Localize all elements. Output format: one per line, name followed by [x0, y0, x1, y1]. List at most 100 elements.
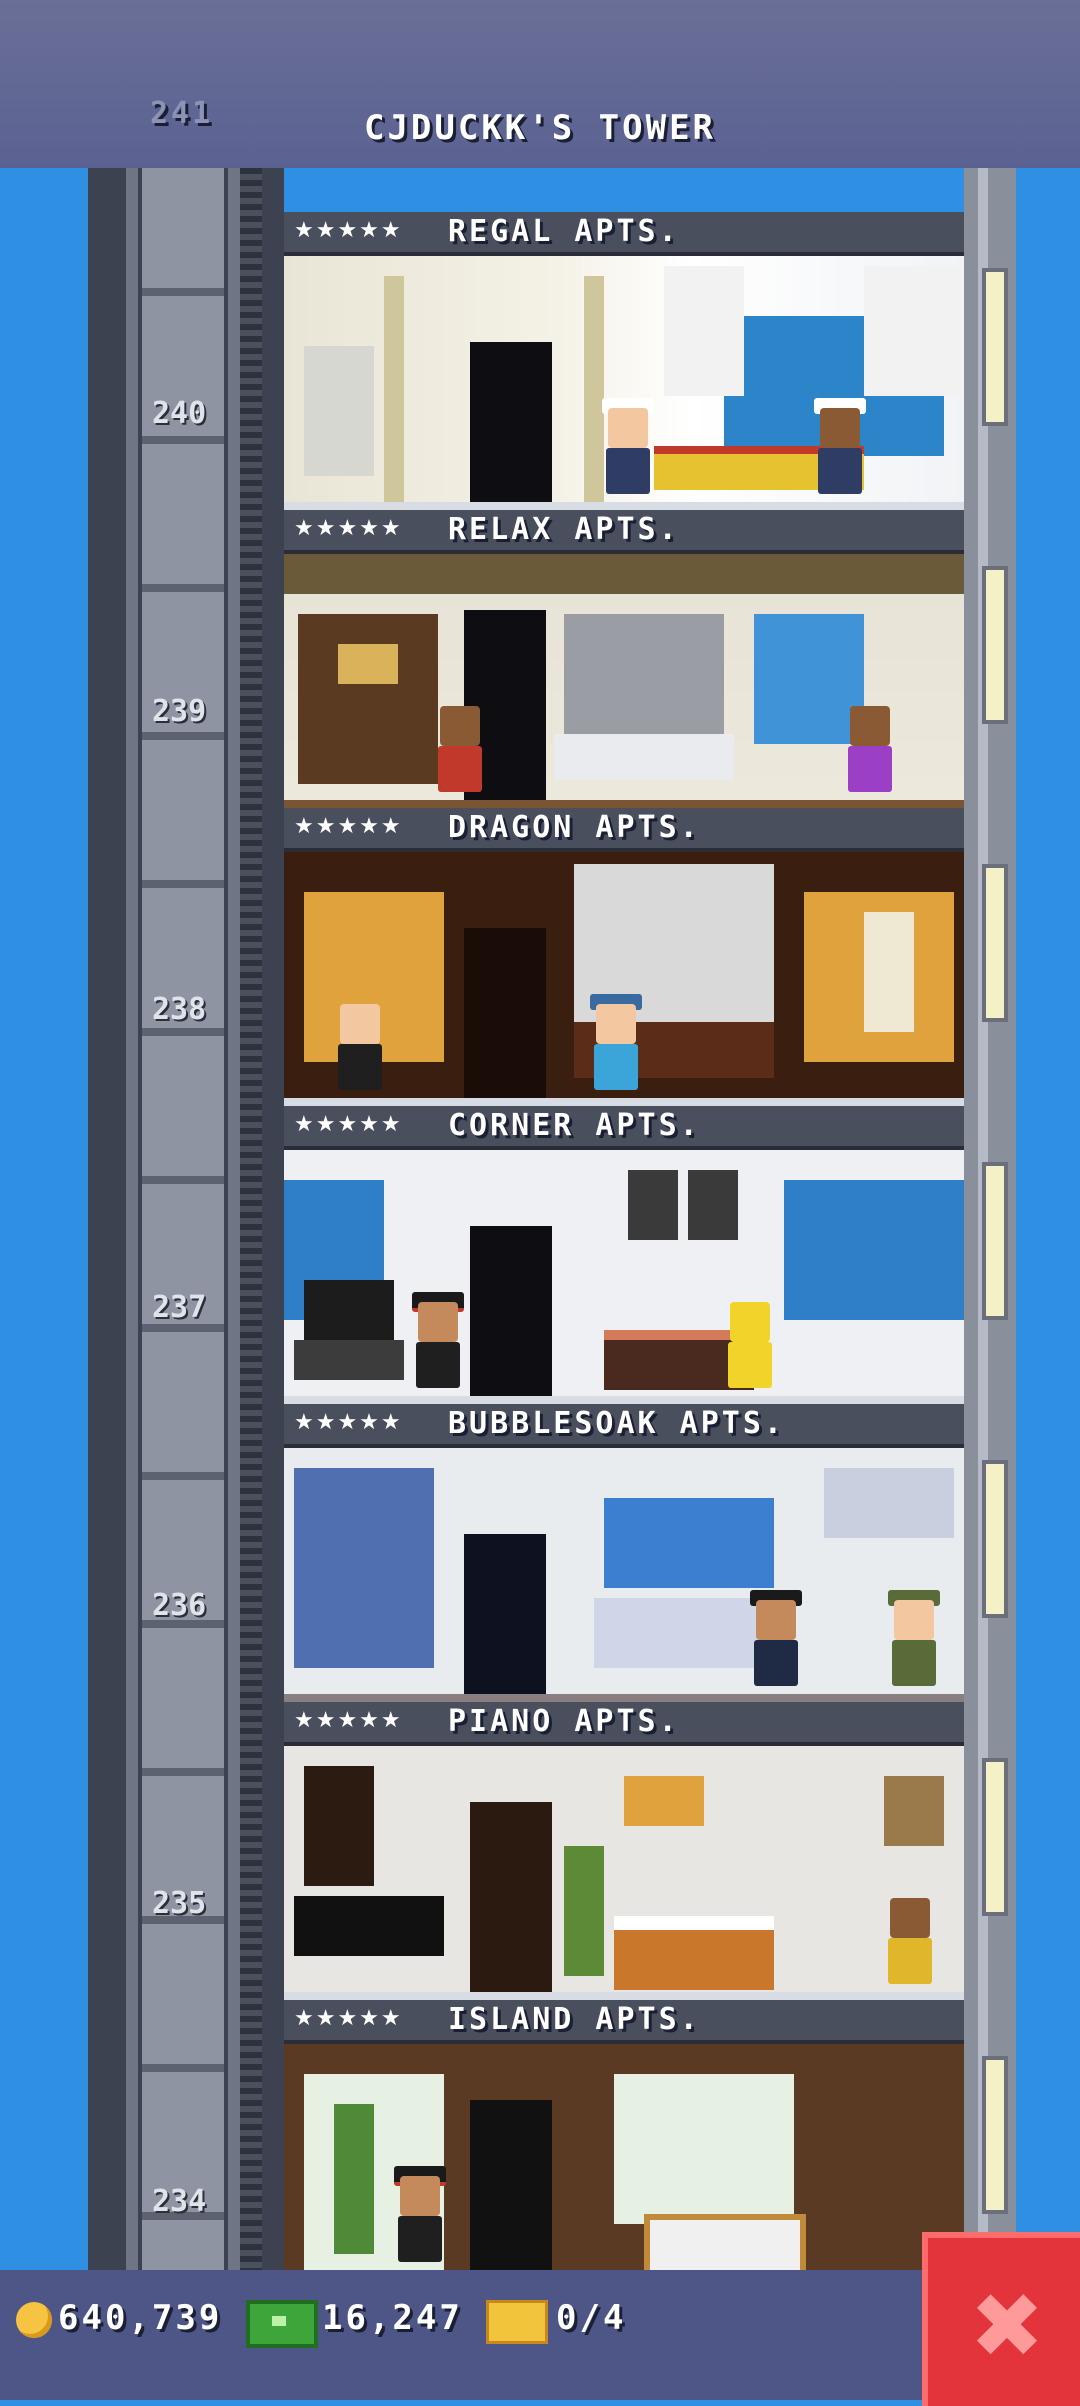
window-light	[982, 1162, 1008, 1320]
resident[interactable]	[844, 696, 896, 792]
resident[interactable]	[602, 398, 654, 494]
resident[interactable]	[334, 994, 386, 1090]
close-icon: ✖	[969, 2274, 1045, 2379]
floor-header: ★★★★★ CORNER APTS.	[284, 1106, 964, 1150]
bed	[554, 734, 734, 780]
window-light	[982, 566, 1008, 724]
resident[interactable]	[590, 994, 642, 1090]
floor-number: 234	[152, 2184, 207, 2219]
resident-in-costume[interactable]	[724, 1292, 776, 1388]
resident[interactable]	[750, 1590, 802, 1686]
floor-stars: ★★★★★	[294, 1112, 403, 1137]
floor-header: ★★★★★ REGAL APTS.	[284, 212, 964, 256]
window	[784, 1180, 964, 1320]
apartment-door[interactable]	[470, 1226, 552, 1396]
curtain	[864, 266, 964, 396]
floor-header: ★★★★★ PIANO APTS.	[284, 1702, 964, 1746]
tower-header: 241 CJDUCKK'S TOWER	[0, 0, 1080, 168]
window	[614, 2074, 794, 2224]
palm-tree	[334, 2104, 374, 2254]
floor-stars: ★★★★★	[294, 516, 403, 541]
floor-number: 237	[152, 1290, 207, 1325]
floor-stars: ★★★★★	[294, 1708, 403, 1733]
window-light	[982, 864, 1008, 1022]
coin-icon	[16, 2302, 52, 2338]
chandelier	[624, 1776, 704, 1826]
floor-bubblesoak-apts[interactable]: ★★★★★ BUBBLESOAK APTS.	[284, 1404, 1008, 1702]
floor-piano-apts[interactable]: ★★★★★ PIANO APTS.	[284, 1702, 1008, 2000]
tickets-count: 0/4	[556, 2298, 627, 2338]
resident[interactable]	[394, 2166, 446, 2262]
floor-number: 236	[152, 1588, 207, 1623]
elevator-rail-right	[228, 0, 240, 2270]
floor-name: ISLAND APTS.	[448, 2002, 701, 2037]
floor-stars: ★★★★★	[294, 1410, 403, 1435]
bux-count: 16,247	[322, 2298, 463, 2338]
bed	[614, 1916, 774, 1990]
grand-piano	[294, 1896, 444, 1956]
floor-stars: ★★★★★	[294, 2006, 403, 2031]
frame	[628, 1170, 678, 1240]
floor-name: REGAL APTS.	[448, 214, 680, 249]
headboard	[564, 614, 724, 734]
apartment-door[interactable]	[470, 1802, 552, 1992]
resource-bar: 640,739 16,247 0/4	[0, 2270, 1080, 2400]
resident[interactable]	[434, 696, 486, 792]
column	[584, 276, 604, 502]
lamp	[338, 644, 398, 684]
floor-header: ★★★★★ BUBBLESOAK APTS.	[284, 1404, 964, 1448]
room-interior	[284, 1746, 964, 1992]
tower-title: CJDUCKK'S TOWER	[363, 108, 717, 148]
apartment-door[interactable]	[464, 1534, 546, 1694]
frame	[688, 1170, 738, 1240]
plant	[564, 1846, 604, 1976]
room-interior	[284, 1150, 964, 1396]
curtain	[664, 266, 744, 396]
resident[interactable]	[884, 1888, 936, 1984]
floor-stars: ★★★★★	[294, 814, 403, 839]
floor-corner-apts[interactable]: ★★★★★ CORNER APTS.	[284, 1106, 1008, 1404]
floor-relax-apts[interactable]: ★★★★★ RELAX APTS.	[284, 510, 1008, 808]
cash-icon	[246, 2300, 318, 2348]
room-interior	[284, 256, 964, 502]
room-interior	[284, 1448, 964, 1694]
window-light	[982, 268, 1008, 426]
tv-stand	[294, 1340, 404, 1380]
scroll	[864, 912, 914, 1032]
room-interior	[284, 554, 964, 800]
floor-regal-apts[interactable]: ★★★★★ REGAL APTS.	[284, 212, 1008, 510]
shelf	[824, 1468, 954, 1538]
window-light	[982, 1758, 1008, 1916]
close-button[interactable]: ✖	[922, 2232, 1080, 2406]
canopy-bed	[294, 1468, 434, 1668]
floor-dragon-apts[interactable]: ★★★★★ DRAGON APTS.	[284, 808, 1008, 1106]
room-interior	[284, 2044, 964, 2270]
resident[interactable]	[814, 398, 866, 494]
floor-name: DRAGON APTS.	[448, 810, 701, 845]
resident[interactable]	[888, 1590, 940, 1686]
window-light	[982, 1460, 1008, 1618]
ticket-icon	[486, 2300, 548, 2344]
floor-number: 235	[152, 1886, 207, 1921]
floor-name: CORNER APTS.	[448, 1108, 701, 1143]
tv	[304, 1280, 394, 1340]
floor-name: BUBBLESOAK APTS.	[448, 1406, 785, 1441]
apartment-door[interactable]	[470, 342, 552, 502]
painting	[884, 1776, 944, 1846]
resident[interactable]	[412, 1292, 464, 1388]
bed	[644, 2214, 806, 2270]
statue	[304, 346, 374, 476]
floor-number: 240	[152, 396, 207, 431]
apartment-door[interactable]	[464, 928, 546, 1098]
elevator-ladder	[240, 0, 262, 2270]
window	[604, 1498, 774, 1588]
floor-island-apts[interactable]: ★★★★★ ISLAND APTS.	[284, 2000, 1008, 2298]
column	[384, 276, 404, 502]
floor-number: 238	[152, 992, 207, 1027]
window	[304, 1766, 374, 1886]
apartment-door[interactable]	[470, 2100, 552, 2270]
elevator-car-track	[142, 0, 224, 2270]
floor-header: ★★★★★ RELAX APTS.	[284, 510, 964, 554]
floor-header: ★★★★★ DRAGON APTS.	[284, 808, 964, 852]
room-interior	[284, 852, 964, 1098]
